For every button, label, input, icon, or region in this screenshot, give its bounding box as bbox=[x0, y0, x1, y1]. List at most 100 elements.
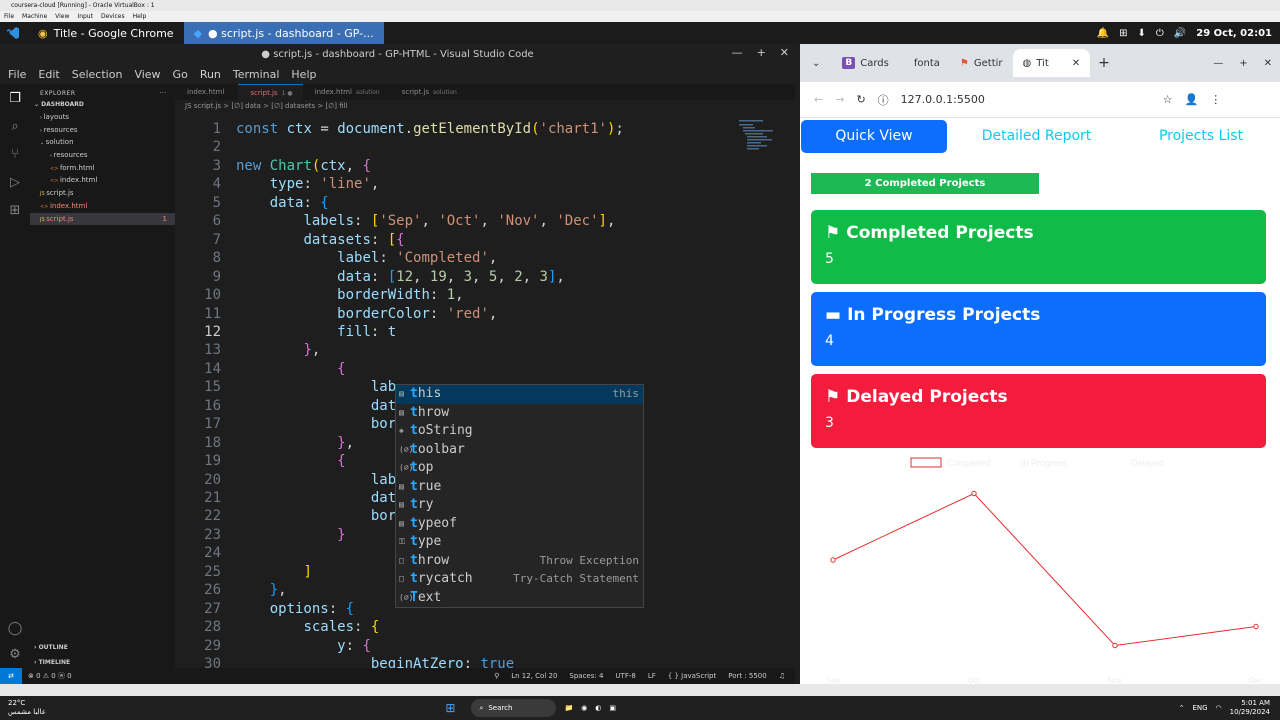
editor-tab[interactable]: index.html solution bbox=[303, 84, 390, 100]
suggestion-item[interactable]: ◈ toString bbox=[396, 422, 643, 441]
workspace-root[interactable]: ⌄ DASHBOARD bbox=[30, 97, 175, 108]
file-explorer-icon[interactable]: 📁 bbox=[564, 704, 573, 712]
chrome-minimize-button[interactable]: — bbox=[1213, 58, 1223, 69]
profile-icon[interactable]: 👤 bbox=[1185, 93, 1199, 106]
explorer-icon[interactable]: ❐ bbox=[0, 84, 30, 112]
remote-icon[interactable]: ⇄ bbox=[0, 668, 22, 684]
chrome-tab[interactable]: ⚑ Gettir bbox=[950, 49, 1013, 77]
close-tab-icon[interactable]: ✕ bbox=[1072, 58, 1080, 69]
vb-menu-input[interactable]: Input bbox=[77, 11, 93, 22]
edge-taskbar-icon[interactable]: ◐ bbox=[595, 704, 601, 712]
tab-search-chevron-icon[interactable]: ⌄ bbox=[800, 58, 832, 69]
menu-view[interactable]: View bbox=[134, 68, 160, 81]
language-mode[interactable]: { } JavaScript bbox=[668, 672, 716, 680]
explorer-item[interactable]: JS script.js bbox=[30, 187, 175, 200]
run-debug-icon[interactable]: ▷ bbox=[0, 168, 30, 196]
vb-menu-devices[interactable]: Devices bbox=[101, 11, 125, 22]
chrome-tab[interactable]: ◍ Tit ✕ bbox=[1012, 49, 1091, 77]
cursor-position[interactable]: Ln 12, Col 20 bbox=[511, 672, 557, 680]
breadcrumb[interactable]: JS script.js > [∅] data > [∅] datasets >… bbox=[175, 100, 795, 113]
chrome-taskbar-icon[interactable]: ◉ bbox=[581, 704, 587, 712]
suggestion-item[interactable]: ▤ throw bbox=[396, 404, 643, 423]
menu-go[interactable]: Go bbox=[173, 68, 188, 81]
new-tab-button[interactable]: + bbox=[1090, 55, 1118, 71]
back-arrow-icon[interactable]: ← bbox=[814, 93, 823, 106]
suggestion-item[interactable]: (∅) top bbox=[396, 459, 643, 478]
chrome-menu-icon[interactable]: ⋮ bbox=[1210, 93, 1221, 106]
suggestion-item[interactable]: (∅) Text bbox=[396, 589, 643, 608]
more-actions-icon[interactable]: ··· bbox=[160, 90, 167, 97]
windows-start-icon[interactable]: ⊞ bbox=[445, 701, 455, 715]
network-icon[interactable]: ⊞ bbox=[1119, 28, 1127, 39]
power-icon[interactable]: ⏻ bbox=[1156, 28, 1164, 39]
editor-tab[interactable]: index.html bbox=[175, 84, 238, 100]
suggestion-item[interactable]: ▤ this this bbox=[396, 385, 643, 404]
live-server-port[interactable]: Port : 5500 bbox=[728, 672, 767, 680]
indentation[interactable]: Spaces: 4 bbox=[569, 672, 603, 680]
vb-menu-machine[interactable]: Machine bbox=[22, 11, 47, 22]
data-point[interactable] bbox=[971, 490, 977, 497]
encoding[interactable]: UTF-8 bbox=[615, 672, 635, 680]
menu-help[interactable]: Help bbox=[291, 68, 316, 81]
nav-tab-0[interactable]: Quick View bbox=[801, 120, 947, 153]
zoom-icon[interactable]: ⚲ bbox=[494, 672, 499, 680]
explorer-item[interactable]: ⌄ solution bbox=[30, 136, 175, 149]
explorer-item[interactable]: <> index.html bbox=[30, 174, 175, 187]
menu-terminal[interactable]: Terminal bbox=[233, 68, 280, 81]
guest-task-0[interactable]: ◉ Title - Google Chrome bbox=[28, 22, 184, 44]
account-icon[interactable]: ◯ bbox=[0, 614, 30, 642]
nav-tab-2[interactable]: Projects List bbox=[1129, 120, 1273, 153]
menu-run[interactable]: Run bbox=[200, 68, 221, 81]
source-control-icon[interactable]: ⑂ bbox=[0, 140, 30, 168]
guest-task-1[interactable]: ◆ ● script.js - dashboard - GP-... bbox=[183, 22, 384, 44]
extensions-icon[interactable]: ⊞ bbox=[0, 196, 30, 224]
menu-file[interactable]: File bbox=[8, 68, 26, 81]
menu-edit[interactable]: Edit bbox=[38, 68, 59, 81]
data-point[interactable] bbox=[1253, 623, 1259, 630]
nav-tab-1[interactable]: Detailed Report bbox=[949, 120, 1124, 153]
vb-menu-file[interactable]: File bbox=[4, 11, 14, 22]
weather-widget[interactable]: 22°C غالبا مشمس bbox=[0, 699, 45, 717]
explorer-item[interactable]: › resources bbox=[30, 124, 175, 137]
address-bar[interactable]: 127.0.0.1:5500 bbox=[901, 93, 1151, 106]
explorer-item[interactable]: JS script.js 1 bbox=[30, 212, 175, 226]
volume-icon[interactable]: 🔊 bbox=[1174, 28, 1186, 39]
tray-chevron-icon[interactable]: ⌃ bbox=[1179, 704, 1185, 712]
close-button[interactable]: ✕ bbox=[780, 46, 789, 59]
language-indicator[interactable]: ENG bbox=[1192, 704, 1207, 712]
timeline-section[interactable]: › TIMELINE bbox=[34, 659, 70, 666]
suggestion-item[interactable]: ▤ try bbox=[396, 496, 643, 515]
chrome-maximize-button[interactable]: + bbox=[1239, 58, 1247, 69]
outline-section[interactable]: › OUTLINE bbox=[34, 644, 68, 651]
suggestion-item[interactable]: ▤ true bbox=[396, 478, 643, 497]
reload-icon[interactable]: ↻ bbox=[856, 93, 865, 106]
taskbar-search[interactable]: ⌕ Search bbox=[471, 699, 557, 717]
suggestion-item[interactable]: (∅) toolbar bbox=[396, 441, 643, 460]
chrome-close-button[interactable]: ✕ bbox=[1264, 58, 1272, 69]
autocomplete-suggestions[interactable]: ▤ this this ▤ throw ◈ toString (∅) toolbar (∅) top… bbox=[395, 384, 644, 608]
wifi-icon[interactable]: ◠ bbox=[1216, 704, 1222, 712]
clock[interactable]: 5:01 AM 10/29/2024 bbox=[1230, 699, 1270, 717]
explorer-item[interactable]: › layouts bbox=[30, 111, 175, 124]
suggestion-item[interactable]: ▤ typeof bbox=[396, 515, 643, 534]
site-info-icon[interactable]: ⓘ bbox=[878, 92, 889, 108]
maximize-button[interactable]: + bbox=[757, 46, 766, 59]
chrome-tab[interactable]: B Cards bbox=[832, 49, 898, 77]
suggestion-item[interactable]: ⚿ type bbox=[396, 533, 643, 552]
vb-menu-view[interactable]: View bbox=[55, 11, 69, 22]
minimize-button[interactable]: — bbox=[732, 46, 743, 59]
suggestion-item[interactable]: □ trycatch Try-Catch Statement bbox=[396, 570, 643, 589]
chrome-tab[interactable]: fonta bbox=[899, 49, 950, 77]
problems-count[interactable]: ⊗ 0 ⚠ 0 ⓦ 0 bbox=[22, 671, 72, 681]
bookmark-star-icon[interactable]: ☆ bbox=[1163, 93, 1173, 106]
download-icon[interactable]: ⬇ bbox=[1138, 28, 1146, 39]
editor-tab[interactable]: script.js solution bbox=[390, 84, 467, 100]
explorer-item[interactable]: › resources bbox=[30, 149, 175, 162]
data-point[interactable] bbox=[1112, 642, 1118, 649]
bell-icon[interactable]: 🔔 bbox=[1097, 28, 1109, 39]
minimap[interactable] bbox=[737, 118, 782, 158]
vscode-launcher-icon[interactable] bbox=[0, 22, 28, 44]
explorer-item[interactable]: <> index.html bbox=[30, 200, 175, 213]
search-icon[interactable]: ⌕ bbox=[0, 112, 30, 140]
editor-tab[interactable]: script.js 1 ● bbox=[238, 84, 303, 100]
